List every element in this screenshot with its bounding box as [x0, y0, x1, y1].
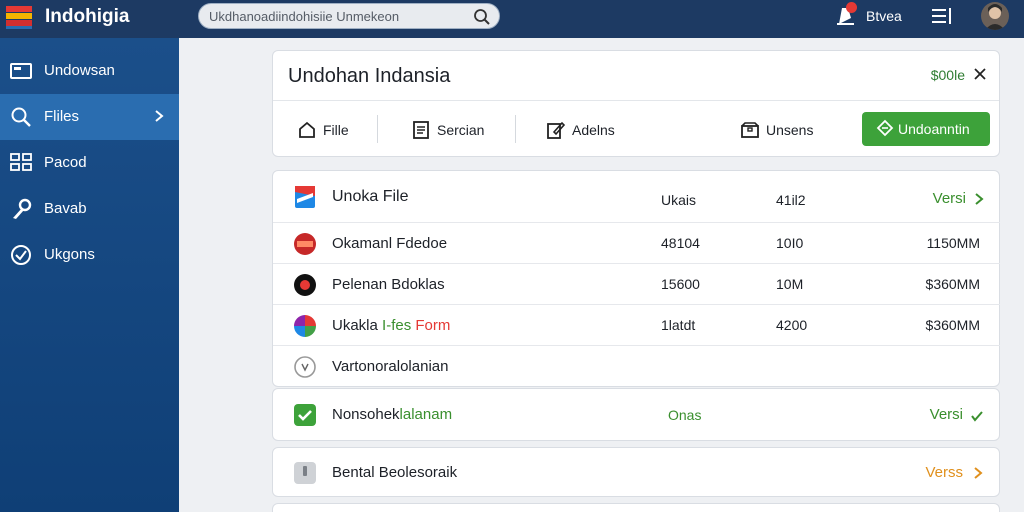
file-button[interactable]: Fille: [297, 117, 377, 143]
item-name: Nonsoheklalanam: [332, 406, 453, 423]
file-list-title: Unoka File: [332, 188, 409, 205]
file-name: Okamanl Fdedoe: [332, 235, 448, 252]
sidebar-item-undowsan[interactable]: Undowsan: [0, 48, 179, 94]
file-value: 10I0: [776, 235, 804, 251]
menu-icon[interactable]: [932, 8, 952, 24]
item-name: Bental Beolesoraik: [332, 464, 458, 481]
sidebar-item-pacod[interactable]: Pacod: [0, 140, 179, 186]
version-link[interactable]: Verss: [925, 464, 963, 481]
close-icon[interactable]: [973, 67, 987, 81]
search-button-label: Sercian: [437, 122, 485, 138]
file-name: Ukakla I-fes Form: [332, 317, 451, 334]
link-icon: [876, 119, 894, 137]
sidebar-item-label: Bavab: [44, 200, 87, 217]
file-size: 1150MM: [926, 235, 980, 251]
version-link[interactable]: Versi: [933, 190, 966, 207]
file-value: 1latdt: [661, 317, 696, 333]
file-size: $360MM: [925, 276, 980, 292]
checkmark-icon: [294, 404, 316, 426]
black-file-icon: [294, 274, 316, 296]
file-list-panel: Unoka File Ukais 41il2 Versi Okamanl Fde…: [272, 170, 1000, 387]
sidebar-item-label: Fliles: [44, 108, 80, 125]
top-bar: Indohigia Ukdhanoadiindohisiie Unmekeon …: [0, 0, 1024, 38]
table-row[interactable]: Vartonoralolanian: [273, 346, 1000, 387]
chevron-right-icon: [974, 467, 983, 479]
user-name[interactable]: Btvea: [866, 8, 902, 24]
details-button[interactable]: Adelns: [546, 117, 646, 143]
file-value: 15600: [661, 276, 700, 292]
table-row[interactable]: Pelenan Bdoklas 15600 10M $360MM: [273, 264, 1000, 305]
pending-item-panel[interactable]: Bental Beolesoraik Verss: [272, 447, 1000, 497]
file-value: 4200: [776, 317, 808, 333]
column-header: Ukais: [661, 192, 697, 208]
confirmed-item-panel[interactable]: Nonsoheklalanam Onas Versi: [272, 388, 1000, 441]
file-value: 48104: [661, 235, 700, 251]
document-icon: [413, 121, 429, 139]
sidebar-item-label: Undowsan: [44, 62, 115, 79]
details-button-label: Adelns: [572, 122, 615, 138]
search-input[interactable]: Ukdhanoadiindohisiie Unmekeon: [209, 9, 399, 24]
file-list-header[interactable]: Unoka File Ukais 41il2 Versi: [273, 171, 1000, 223]
search-bar[interactable]: Ukdhanoadiindohisiie Unmekeon: [198, 3, 500, 29]
pending-icon: [294, 462, 316, 484]
file-size: $360MM: [925, 317, 980, 333]
version-link[interactable]: Versi: [930, 406, 963, 423]
document-panel: Undohan Indansia $00le Fille Sercian Ade…: [272, 50, 1000, 157]
edit-icon: [547, 121, 566, 139]
table-row[interactable]: Ukakla I-fes Form 1latdt 4200 $360MM: [273, 305, 1000, 346]
sidebar-item-bavab[interactable]: Bavab: [0, 186, 179, 232]
file-name: Pelenan Bdoklas: [332, 276, 445, 293]
sidebar-item-label: Ukgons: [44, 246, 95, 263]
chevron-right-icon: [155, 110, 164, 122]
avatar-icon: [985, 4, 1005, 30]
divider: [273, 100, 999, 101]
wrench-icon: [13, 198, 32, 219]
primary-action-button[interactable]: Undoanntin: [862, 112, 990, 146]
red-file-icon: [294, 233, 316, 255]
search-icon: [11, 107, 31, 127]
avatar[interactable]: [981, 2, 1009, 30]
app-logo-icon: [6, 6, 32, 29]
unsens-button[interactable]: Unsens: [740, 117, 840, 143]
brand-name: Indohigia: [45, 6, 130, 27]
folder-icon: [10, 63, 32, 79]
info-circle-icon: [294, 356, 316, 378]
status-label: Onas: [668, 407, 702, 423]
grid-icon: [10, 153, 32, 171]
home-icon: [299, 121, 315, 138]
unsens-button-label: Unsens: [766, 122, 814, 138]
sidebar: Undowsan Fliles Pacod Bavab Ukgons: [0, 38, 179, 512]
next-item-panel[interactable]: [272, 503, 1000, 512]
search-button[interactable]: Sercian: [411, 117, 511, 143]
sidebar-item-fliles[interactable]: Fliles: [0, 94, 179, 140]
primary-action-label: Undoanntin: [898, 121, 970, 137]
divider: [377, 115, 378, 143]
table-row[interactable]: Okamanl Fdedoe 48104 10I0 1150MM: [273, 223, 1000, 264]
sidebar-item-label: Pacod: [44, 154, 87, 171]
column-header: 41il2: [776, 192, 806, 208]
divider: [515, 115, 516, 143]
check-circle-icon: [11, 245, 31, 265]
sidebar-item-ukgons[interactable]: Ukgons: [0, 232, 179, 278]
notification-badge: [846, 2, 857, 13]
file-name: Vartonoralolanian: [332, 358, 449, 375]
file-value: 10M: [776, 276, 804, 292]
file-button-label: Fille: [323, 122, 349, 138]
box-icon: [741, 122, 759, 138]
page-title: Undohan Indansia: [288, 65, 451, 87]
chevron-right-icon: [975, 193, 984, 205]
amount-label: $00le: [930, 67, 965, 83]
colorful-file-icon: [294, 315, 316, 337]
file-type-icon: [295, 186, 315, 208]
check-icon: [971, 411, 983, 422]
search-icon[interactable]: [473, 8, 491, 26]
